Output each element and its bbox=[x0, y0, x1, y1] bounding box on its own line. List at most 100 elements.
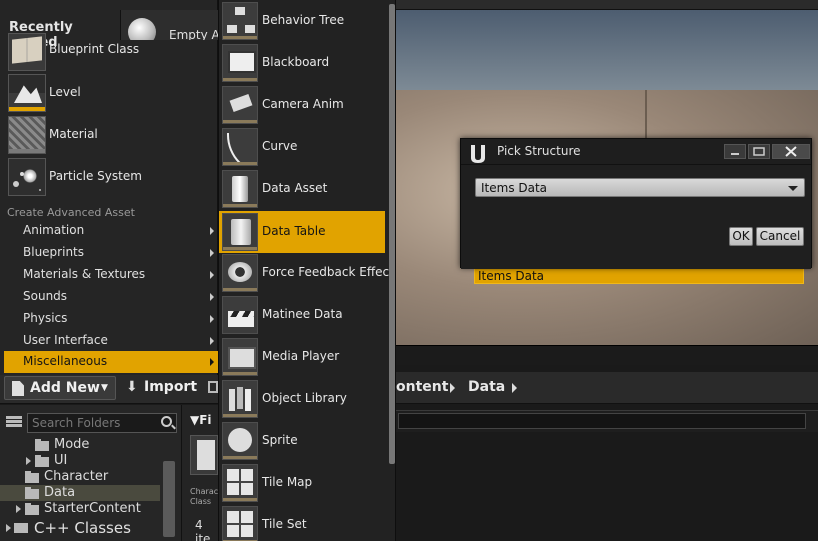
folder-item[interactable]: StarterContent bbox=[0, 501, 160, 517]
submenu-item-behavior-tree[interactable]: Behavior Tree bbox=[219, 0, 385, 42]
save-all-icon[interactable] bbox=[208, 381, 218, 393]
menu-item-material[interactable]: Material bbox=[4, 115, 218, 155]
breadcrumb-arrow-icon[interactable] bbox=[512, 383, 517, 393]
submenu-item-tile-map[interactable]: Tile Map bbox=[219, 462, 385, 504]
chevron-right-icon bbox=[210, 293, 214, 301]
folder-label: Mode bbox=[54, 437, 90, 452]
dialog-titlebar[interactable]: Pick Structure bbox=[461, 139, 811, 165]
material-icon bbox=[8, 116, 46, 154]
folder-item-selected[interactable]: Data bbox=[0, 485, 160, 501]
expand-arrow-icon[interactable] bbox=[26, 457, 31, 465]
breadcrumb-arrow-icon[interactable] bbox=[450, 383, 455, 393]
menu-item-label: Level bbox=[49, 85, 81, 99]
object-library-icon bbox=[222, 380, 258, 418]
folder-search-input[interactable]: Search Folders bbox=[27, 413, 177, 433]
breadcrumb-content[interactable]: ontent bbox=[396, 379, 448, 395]
maximize-icon bbox=[753, 147, 765, 156]
dialog-body: Items Data OK Cancel bbox=[461, 165, 811, 269]
submenu-item-curve[interactable]: Curve bbox=[219, 126, 385, 168]
menu-item-label: Particle System bbox=[49, 169, 142, 183]
submenu-item-label: Object Library bbox=[262, 391, 347, 405]
submenu-item-object-library[interactable]: Object Library bbox=[219, 378, 385, 420]
asset-search-bar bbox=[390, 410, 818, 432]
folder-item[interactable]: UI bbox=[0, 453, 160, 469]
menu-item-label: Blueprint Class bbox=[49, 42, 140, 56]
category-label: Miscellaneous bbox=[23, 354, 108, 368]
maximize-button[interactable] bbox=[748, 144, 770, 159]
ok-button[interactable]: OK bbox=[729, 227, 753, 246]
category-blueprints[interactable]: Blueprints bbox=[4, 242, 218, 264]
camera-anim-icon bbox=[222, 86, 258, 124]
asset-tile[interactable] bbox=[190, 435, 218, 475]
folder-tree-scrollbar[interactable] bbox=[163, 461, 175, 537]
submenu-item-data-table[interactable]: Data Table bbox=[219, 211, 385, 253]
blackboard-icon bbox=[222, 44, 258, 82]
filter-list-icon[interactable] bbox=[6, 416, 22, 428]
highlighted-structure-row[interactable]: Items Data bbox=[474, 268, 804, 284]
minimize-button[interactable] bbox=[724, 144, 746, 159]
close-button[interactable] bbox=[772, 144, 810, 159]
structure-combobox[interactable]: Items Data bbox=[475, 178, 805, 197]
folder-label: StarterContent bbox=[44, 501, 141, 516]
add-new-button[interactable]: Add New ▼ bbox=[4, 376, 116, 400]
sprite-icon bbox=[222, 422, 258, 460]
folder-icon bbox=[25, 471, 39, 483]
add-new-menu: Recently Placed Empty A Blueprint Class … bbox=[0, 0, 218, 375]
submenu-item-data-asset[interactable]: Data Asset bbox=[219, 168, 385, 210]
category-materials-textures[interactable]: Materials & Textures bbox=[4, 264, 218, 286]
folder-icon bbox=[14, 523, 28, 533]
particle-system-icon bbox=[8, 158, 46, 196]
category-label: Materials & Textures bbox=[23, 267, 146, 281]
asset-search-input[interactable] bbox=[398, 413, 806, 429]
advanced-asset-section-label: Create Advanced Asset bbox=[7, 206, 135, 219]
chevron-right-icon bbox=[210, 249, 214, 257]
cancel-button[interactable]: Cancel bbox=[756, 227, 804, 246]
item-count: 4 ite bbox=[195, 518, 211, 541]
submenu-item-media-player[interactable]: Media Player bbox=[219, 336, 385, 378]
category-physics[interactable]: Physics bbox=[4, 308, 218, 330]
submenu-item-label: Tile Set bbox=[262, 517, 307, 531]
import-button[interactable]: ⬇ Import bbox=[124, 376, 197, 400]
breadcrumb-data[interactable]: Data bbox=[468, 379, 505, 395]
submenu-item-tile-set[interactable]: Tile Set bbox=[219, 504, 385, 541]
miscellaneous-submenu: Behavior Tree Blackboard Camera Anim Cur… bbox=[218, 0, 396, 541]
import-label: Import bbox=[144, 379, 198, 395]
menu-item-label: Material bbox=[49, 127, 98, 141]
force-feedback-icon bbox=[222, 254, 258, 292]
menu-item-particle-system[interactable]: Particle System bbox=[4, 157, 218, 197]
filters-button[interactable]: ▼Fi bbox=[190, 413, 212, 427]
folder-item[interactable]: Mode bbox=[0, 437, 160, 453]
tile-set-icon bbox=[222, 506, 258, 541]
viewport-wall bbox=[645, 90, 647, 145]
submenu-item-camera-anim[interactable]: Camera Anim bbox=[219, 84, 385, 126]
curve-icon bbox=[222, 128, 258, 166]
category-label: Sounds bbox=[23, 289, 68, 303]
category-label: Physics bbox=[23, 311, 68, 325]
submenu-item-label: Sprite bbox=[262, 433, 298, 447]
category-animation[interactable]: Animation bbox=[4, 220, 218, 242]
cpp-classes-label: C++ Classes bbox=[34, 519, 131, 537]
submenu-scrollbar[interactable] bbox=[389, 4, 395, 464]
tile-map-icon bbox=[222, 464, 258, 502]
expand-arrow-icon[interactable] bbox=[16, 505, 21, 513]
submenu-item-force-feedback-effect[interactable]: Force Feedback Effect bbox=[219, 252, 394, 294]
add-new-label: Add New bbox=[30, 380, 100, 396]
expand-arrow-icon[interactable] bbox=[6, 524, 11, 532]
cpp-classes-folder[interactable]: C++ Classes bbox=[0, 518, 160, 538]
level-icon bbox=[8, 74, 46, 112]
folder-label: UI bbox=[54, 453, 68, 468]
import-icon: ⬇ bbox=[126, 379, 138, 395]
category-user-interface[interactable]: User Interface bbox=[4, 330, 218, 352]
category-miscellaneous[interactable]: Miscellaneous bbox=[4, 351, 218, 373]
menu-item-level[interactable]: Level bbox=[4, 73, 218, 113]
submenu-item-sprite[interactable]: Sprite bbox=[219, 420, 385, 462]
dropdown-caret-icon: ▼ bbox=[101, 383, 108, 393]
category-sounds[interactable]: Sounds bbox=[4, 286, 218, 308]
folder-item[interactable]: Character bbox=[0, 469, 160, 485]
submenu-item-label: Camera Anim bbox=[262, 97, 344, 111]
submenu-item-blackboard[interactable]: Blackboard bbox=[219, 42, 385, 84]
menu-item-blueprint-class[interactable]: Blueprint Class bbox=[4, 32, 218, 72]
submenu-item-matinee-data[interactable]: Matinee Data bbox=[219, 294, 385, 336]
minimize-icon bbox=[731, 153, 739, 155]
behavior-tree-icon bbox=[222, 2, 258, 40]
